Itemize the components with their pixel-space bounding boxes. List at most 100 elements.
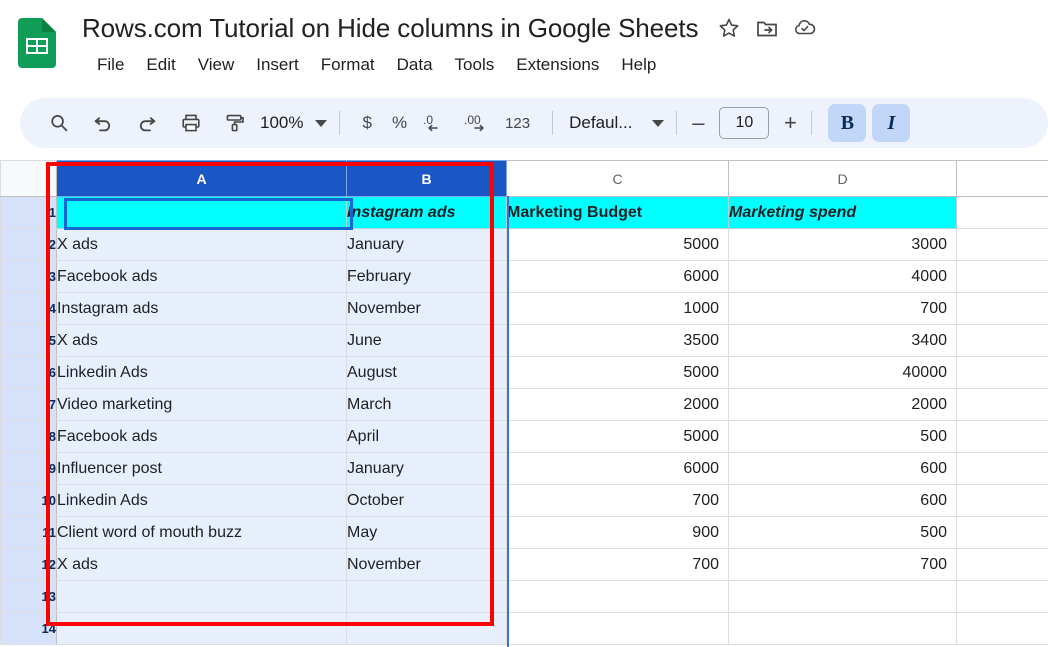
menu-item-view[interactable]: View — [187, 50, 246, 80]
cell-c10[interactable]: 700 — [506, 484, 729, 517]
cell-d4[interactable]: 700 — [728, 292, 957, 325]
cell-d3[interactable]: 4000 — [728, 260, 957, 293]
cell-e12[interactable] — [956, 548, 1048, 581]
zoom-control[interactable]: 100% — [260, 113, 328, 133]
more-formats-button[interactable]: 123 — [495, 115, 540, 132]
cell-e2[interactable] — [956, 228, 1048, 261]
cell-a4[interactable]: Instagram ads — [56, 292, 347, 325]
cell-d10[interactable]: 600 — [728, 484, 957, 517]
cell-c1[interactable]: Marketing Budget — [506, 196, 729, 229]
cell-d2[interactable]: 3000 — [728, 228, 957, 261]
row-header-4[interactable]: 4 — [0, 292, 57, 325]
menu-item-tools[interactable]: Tools — [444, 50, 506, 80]
cell-c5[interactable]: 3500 — [506, 324, 729, 357]
spreadsheet-grid[interactable]: A B C D 1 Instagram ads Marketing Budget… — [0, 160, 1048, 647]
menu-item-file[interactable]: File — [86, 50, 135, 80]
cell-c14[interactable] — [506, 612, 729, 645]
column-header-c[interactable]: C — [506, 160, 729, 197]
menu-item-data[interactable]: Data — [386, 50, 444, 80]
cell-b6[interactable]: August — [346, 356, 507, 389]
menu-item-extensions[interactable]: Extensions — [505, 50, 610, 80]
cell-d11[interactable]: 500 — [728, 516, 957, 549]
row-header-12[interactable]: 12 — [0, 548, 57, 581]
cell-a14[interactable] — [56, 612, 347, 645]
cell-b2[interactable]: January — [346, 228, 507, 261]
decrease-decimal-button[interactable]: .0 — [417, 106, 451, 140]
row-header-3[interactable]: 3 — [0, 260, 57, 293]
cell-e14[interactable] — [956, 612, 1048, 645]
cell-c6[interactable]: 5000 — [506, 356, 729, 389]
cell-d9[interactable]: 600 — [728, 452, 957, 485]
page-title[interactable]: Rows.com Tutorial on Hide columns in Goo… — [82, 11, 699, 45]
cell-e8[interactable] — [956, 420, 1048, 453]
cell-c12[interactable]: 700 — [506, 548, 729, 581]
menu-item-format[interactable]: Format — [310, 50, 386, 80]
cell-b7[interactable]: March — [346, 388, 507, 421]
column-header-d[interactable]: D — [728, 160, 957, 197]
column-header-a[interactable]: A — [56, 160, 347, 197]
cell-a5[interactable]: X ads — [56, 324, 347, 357]
cell-a8[interactable]: Facebook ads — [56, 420, 347, 453]
cell-d14[interactable] — [728, 612, 957, 645]
cell-d13[interactable] — [728, 580, 957, 613]
increase-decimal-button[interactable]: .00 — [461, 106, 495, 140]
cell-e3[interactable] — [956, 260, 1048, 293]
row-header-6[interactable]: 6 — [0, 356, 57, 389]
cell-c9[interactable]: 6000 — [506, 452, 729, 485]
menu-item-edit[interactable]: Edit — [135, 50, 186, 80]
cell-d6[interactable]: 40000 — [728, 356, 957, 389]
cell-d8[interactable]: 500 — [728, 420, 957, 453]
redo-icon[interactable] — [130, 106, 164, 140]
cloud-check-icon[interactable] — [792, 15, 818, 41]
cell-a7[interactable]: Video marketing — [56, 388, 347, 421]
row-header-5[interactable]: 5 — [0, 324, 57, 357]
row-header-7[interactable]: 7 — [0, 388, 57, 421]
menu-item-insert[interactable]: Insert — [245, 50, 310, 80]
menu-item-help[interactable]: Help — [610, 50, 667, 80]
bold-button[interactable]: B — [828, 104, 867, 142]
move-to-folder-icon[interactable] — [754, 15, 780, 41]
cell-b10[interactable]: October — [346, 484, 507, 517]
cell-a9[interactable]: Influencer post — [56, 452, 347, 485]
cell-d5[interactable]: 3400 — [728, 324, 957, 357]
cell-c13[interactable] — [506, 580, 729, 613]
cell-c11[interactable]: 900 — [506, 516, 729, 549]
row-header-14[interactable]: 14 — [0, 612, 57, 645]
cell-e10[interactable] — [956, 484, 1048, 517]
column-header-b[interactable]: B — [346, 160, 507, 197]
cell-e9[interactable] — [956, 452, 1048, 485]
currency-format-button[interactable]: $ — [352, 113, 381, 133]
cell-c2[interactable]: 5000 — [506, 228, 729, 261]
row-header-11[interactable]: 11 — [0, 516, 57, 549]
cell-a3[interactable]: Facebook ads — [56, 260, 347, 293]
cell-b11[interactable]: May — [346, 516, 507, 549]
select-all-corner[interactable] — [0, 160, 57, 197]
cell-b9[interactable]: January — [346, 452, 507, 485]
print-icon[interactable] — [174, 106, 208, 140]
cell-e5[interactable] — [956, 324, 1048, 357]
cell-a10[interactable]: Linkedin Ads — [56, 484, 347, 517]
italic-button[interactable]: I — [872, 104, 911, 142]
percent-format-button[interactable]: % — [382, 113, 417, 133]
column-header-e[interactable] — [956, 160, 1048, 197]
cell-e1[interactable] — [956, 196, 1048, 229]
cell-b3[interactable]: February — [346, 260, 507, 293]
cell-d7[interactable]: 2000 — [728, 388, 957, 421]
increase-font-size-button[interactable]: + — [781, 112, 799, 134]
row-header-8[interactable]: 8 — [0, 420, 57, 453]
cell-a13[interactable] — [56, 580, 347, 613]
cell-e4[interactable] — [956, 292, 1048, 325]
cell-c4[interactable]: 1000 — [506, 292, 729, 325]
font-size-input[interactable]: 10 — [719, 107, 770, 139]
row-header-13[interactable]: 13 — [0, 580, 57, 613]
star-icon[interactable] — [716, 15, 742, 41]
cell-a12[interactable]: X ads — [56, 548, 347, 581]
cell-c7[interactable]: 2000 — [506, 388, 729, 421]
row-header-10[interactable]: 10 — [0, 484, 57, 517]
cell-a1[interactable] — [56, 196, 347, 229]
cell-b5[interactable]: June — [346, 324, 507, 357]
paint-format-icon[interactable] — [218, 106, 252, 140]
cell-a2[interactable]: X ads — [56, 228, 347, 261]
cell-b12[interactable]: November — [346, 548, 507, 581]
cell-b13[interactable] — [346, 580, 507, 613]
